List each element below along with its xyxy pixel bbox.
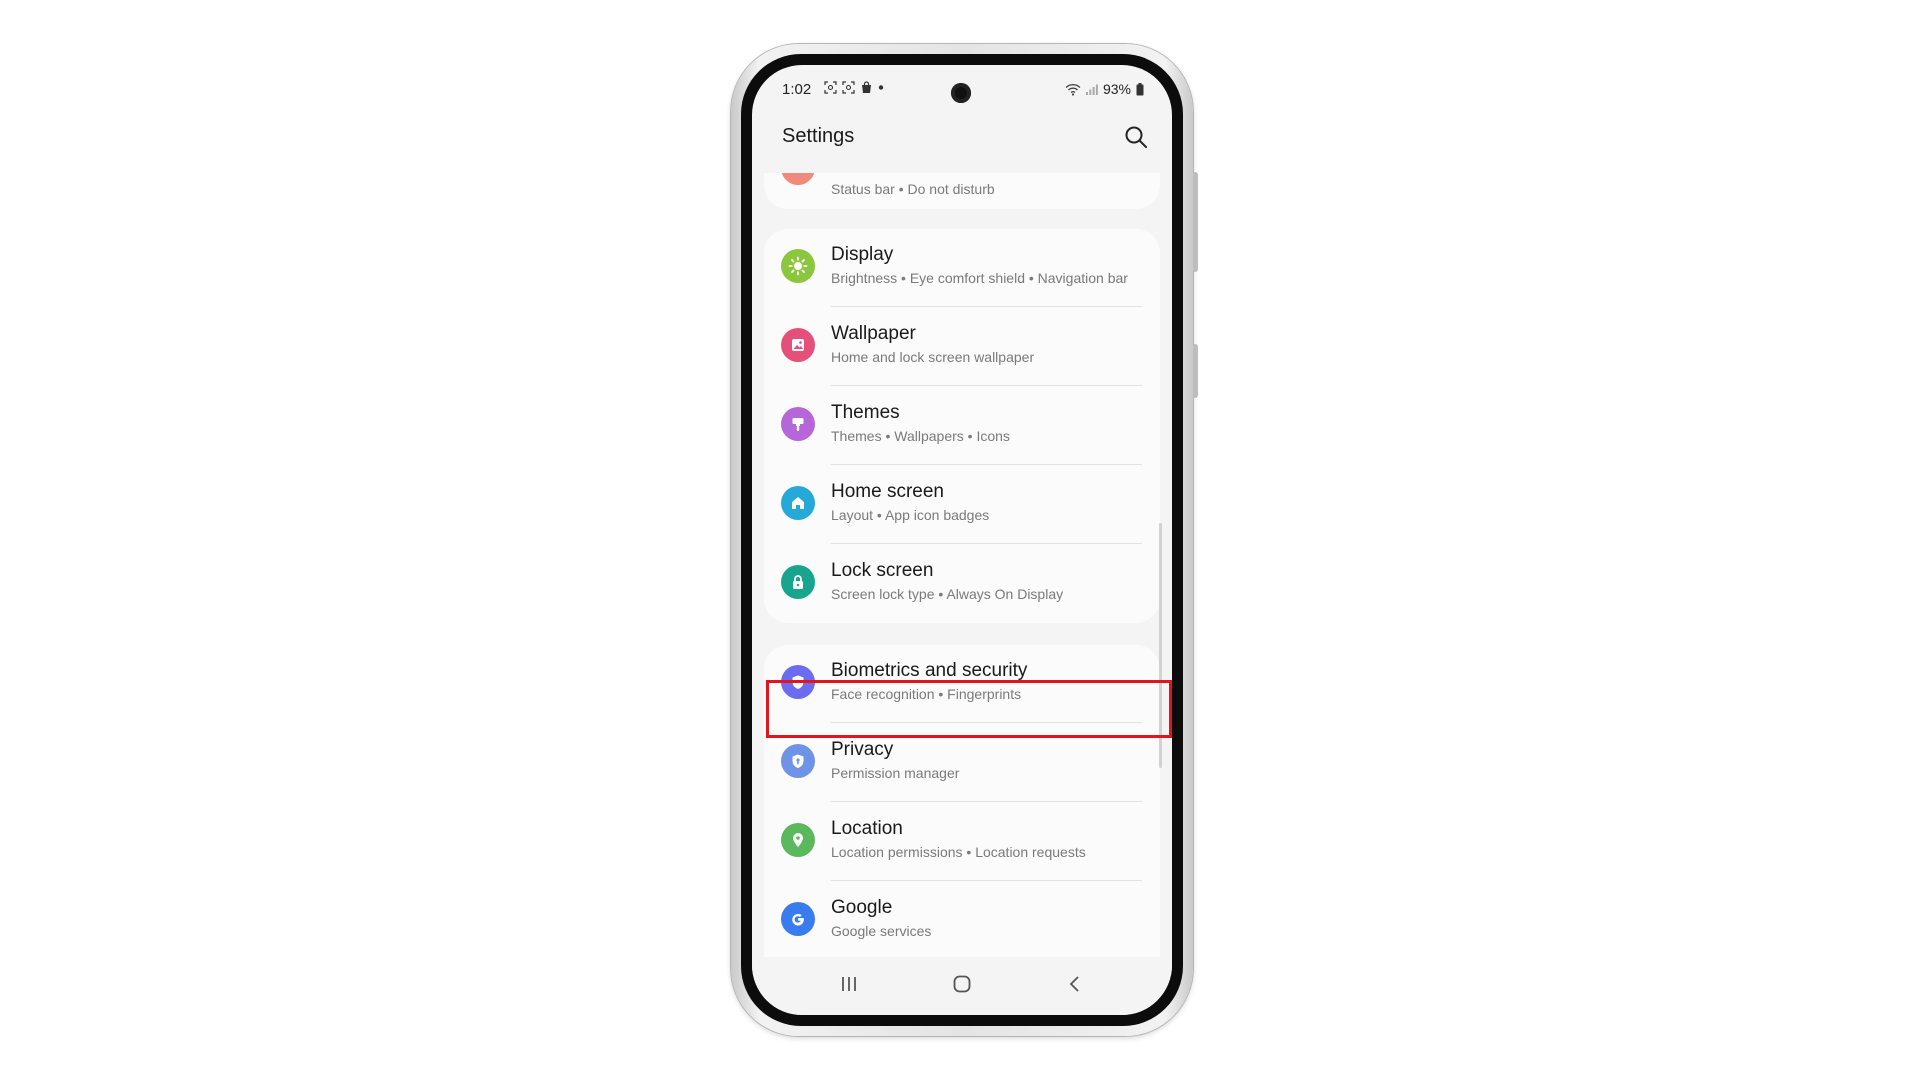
- settings-item-subtitle: Permission manager: [831, 765, 960, 781]
- system-status-icons: 93%: [1065, 81, 1144, 97]
- settings-item-title: Location: [831, 818, 903, 839]
- back-icon: [1069, 976, 1079, 992]
- dot-icon: [878, 85, 884, 90]
- shopping-bag-icon: [862, 81, 871, 93]
- notification-icons: [824, 81, 884, 94]
- navigation-bar: [752, 957, 1172, 1015]
- home-nav-icon: [953, 975, 971, 993]
- privacy-highlight-box: [766, 680, 1172, 738]
- screenshot-icon: [824, 81, 837, 94]
- settings-item-subtitle: Status bar • Do not disturb: [831, 181, 995, 197]
- volume-button: [1193, 172, 1198, 272]
- phone-screen: 1:02 93% Settings Status bar • Do not di…: [752, 65, 1172, 1015]
- status-bar: 1:02 93%: [752, 65, 1172, 113]
- page-title: Settings: [782, 125, 855, 147]
- divider: [831, 385, 1142, 386]
- divider: [831, 464, 1142, 465]
- recent-apps-icon: [842, 977, 856, 991]
- front-camera: [951, 83, 971, 103]
- search-icon: [1125, 126, 1147, 148]
- back-button[interactable]: [1060, 971, 1090, 997]
- privacy-shield-icon: [781, 744, 815, 778]
- settings-item-wallpaper[interactable]: Wallpaper Home and lock screen wallpaper: [764, 308, 1160, 386]
- location-pin-icon: [781, 823, 815, 857]
- settings-item-themes[interactable]: Themes Themes • Wallpapers • Icons: [764, 387, 1160, 465]
- app-header: Settings: [752, 113, 1172, 163]
- settings-item-subtitle: Layout • App icon badges: [831, 507, 990, 523]
- settings-item-subtitle: Home and lock screen wallpaper: [831, 349, 1035, 365]
- settings-item-display[interactable]: Display Brightness • Eye comfort shield …: [764, 229, 1160, 307]
- settings-item-home-screen[interactable]: Home screen Layout • App icon badges: [764, 466, 1160, 544]
- recent-apps-button[interactable]: [834, 971, 864, 997]
- divider: [831, 306, 1142, 307]
- divider: [831, 880, 1142, 881]
- battery-icon: [1136, 82, 1144, 95]
- power-button: [1193, 344, 1198, 398]
- settings-item-title: Display: [831, 244, 894, 265]
- phone-frame: 1:02 93% Settings Status bar • Do not di…: [731, 44, 1198, 1036]
- settings-item-title: Wallpaper: [831, 323, 916, 344]
- settings-list[interactable]: Status bar • Do not disturb Display Brig…: [752, 173, 1172, 957]
- wifi-icon: [1065, 83, 1081, 96]
- settings-item-subtitle: Brightness • Eye comfort shield • Naviga…: [831, 270, 1128, 286]
- settings-item-subtitle: Google services: [831, 923, 932, 939]
- settings-item-google[interactable]: Google Google services: [764, 882, 1160, 957]
- settings-item-notifications[interactable]: Status bar • Do not disturb: [764, 173, 1160, 211]
- home-button[interactable]: [947, 971, 977, 997]
- settings-item-title: Lock screen: [831, 560, 934, 581]
- settings-item-location[interactable]: Location Location permissions • Location…: [764, 803, 1160, 881]
- settings-card-partial: Status bar • Do not disturb: [764, 173, 1160, 209]
- settings-item-subtitle: Location permissions • Location requests: [831, 844, 1086, 860]
- settings-item-title: Privacy: [831, 739, 894, 760]
- divider: [831, 543, 1142, 544]
- screenshot-icon: [842, 81, 855, 94]
- sun-icon: [781, 249, 815, 283]
- notification-icon: [781, 173, 815, 185]
- settings-card-display-group: Display Brightness • Eye comfort shield …: [764, 229, 1160, 623]
- signal-icon: [1085, 84, 1098, 95]
- search-button[interactable]: [1122, 123, 1150, 151]
- settings-item-title: Biometrics and security: [831, 660, 1028, 681]
- divider: [831, 801, 1142, 802]
- settings-item-lock-screen[interactable]: Lock screen Screen lock type • Always On…: [764, 545, 1160, 623]
- settings-item-title: Themes: [831, 402, 900, 423]
- screenshot-stage: 1:02 93% Settings Status bar • Do not di…: [0, 0, 1920, 1080]
- settings-item-title: Google: [831, 897, 893, 918]
- settings-item-subtitle: Screen lock type • Always On Display: [831, 586, 1064, 602]
- settings-item-subtitle: Themes • Wallpapers • Icons: [831, 428, 1010, 444]
- google-g-icon: [781, 902, 815, 936]
- status-time: 1:02: [782, 81, 812, 98]
- home-icon: [781, 486, 815, 520]
- image-icon: [781, 328, 815, 362]
- settings-item-title: Home screen: [831, 481, 944, 502]
- brush-icon: [781, 407, 815, 441]
- battery-percent: 93%: [1102, 81, 1131, 97]
- lock-icon: [781, 565, 815, 599]
